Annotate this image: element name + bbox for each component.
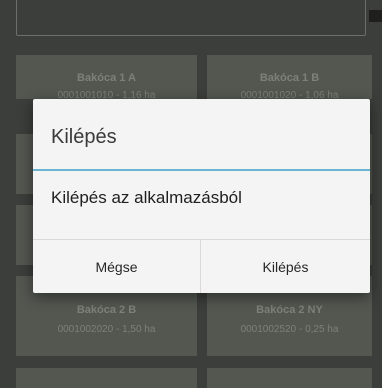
field-card-next[interactable] (16, 368, 197, 388)
field-card-1a[interactable]: Bakóca 1 A 0001001010 - 1,16 ha (16, 55, 197, 101)
field-card-meta: 0001002020 - 1,50 ha (57, 324, 156, 335)
dialog-button-bar: Mégse Kilépés (33, 239, 370, 293)
dialog-title: Kilépés (51, 126, 117, 148)
cancel-button[interactable]: Mégse (33, 240, 201, 293)
exit-dialog: Kilépés Kilépés az alkalmazásból Mégse K… (33, 99, 370, 293)
field-card-1b[interactable]: Bakóca 1 B 0001001020 - 1,06 ha (207, 55, 372, 101)
field-card-name: Bakóca 1 B (259, 72, 320, 84)
field-card-meta: 0001002520 - 0,25 ha (240, 324, 339, 335)
dialog-message: Kilépés az alkalmazásból (51, 188, 242, 207)
exit-button[interactable]: Kilépés (201, 240, 370, 293)
search-field[interactable] (16, 0, 366, 36)
corner-badge (369, 10, 382, 22)
field-card-next[interactable] (207, 368, 372, 388)
dialog-title-divider (33, 169, 370, 171)
field-card-name: Bakóca 1 A (77, 72, 136, 84)
